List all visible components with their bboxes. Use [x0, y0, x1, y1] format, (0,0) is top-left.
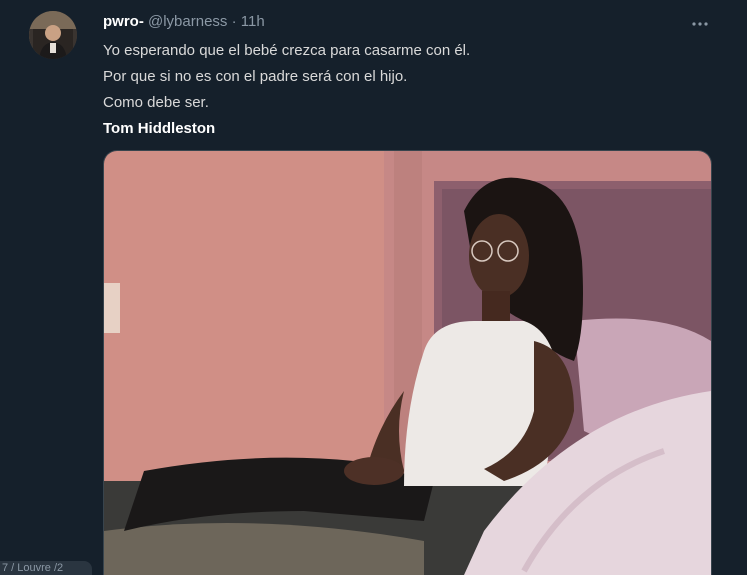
- more-options-button[interactable]: [688, 12, 712, 36]
- user-handle[interactable]: @lybarness: [148, 13, 227, 30]
- tweet[interactable]: pwro- @lybarness · 11h Yo esperando que …: [0, 0, 747, 575]
- tweet-text: Yo esperando que el bebé crezca para cas…: [103, 38, 723, 142]
- tweet-bold-line: Tom Hiddleston: [103, 120, 216, 137]
- tweet-line: Por que si no es con el padre será con e…: [103, 68, 408, 85]
- display-name[interactable]: pwro-: [103, 13, 144, 30]
- tweet-line: Yo esperando que el bebé crezca para cas…: [103, 42, 471, 59]
- avatar-image: [29, 11, 77, 59]
- corner-label: 7 / Louvre /2: [0, 561, 92, 575]
- more-horizontal-icon: [692, 22, 708, 26]
- tweet-media-photo[interactable]: [103, 150, 712, 575]
- tweet-header: pwro- @lybarness · 11h: [103, 13, 265, 30]
- avatar[interactable]: [29, 11, 77, 59]
- timestamp[interactable]: 11h: [241, 13, 265, 30]
- separator-dot: ·: [231, 13, 237, 30]
- tweet-line: Como debe ser.: [103, 94, 209, 111]
- photo-image: [104, 151, 711, 575]
